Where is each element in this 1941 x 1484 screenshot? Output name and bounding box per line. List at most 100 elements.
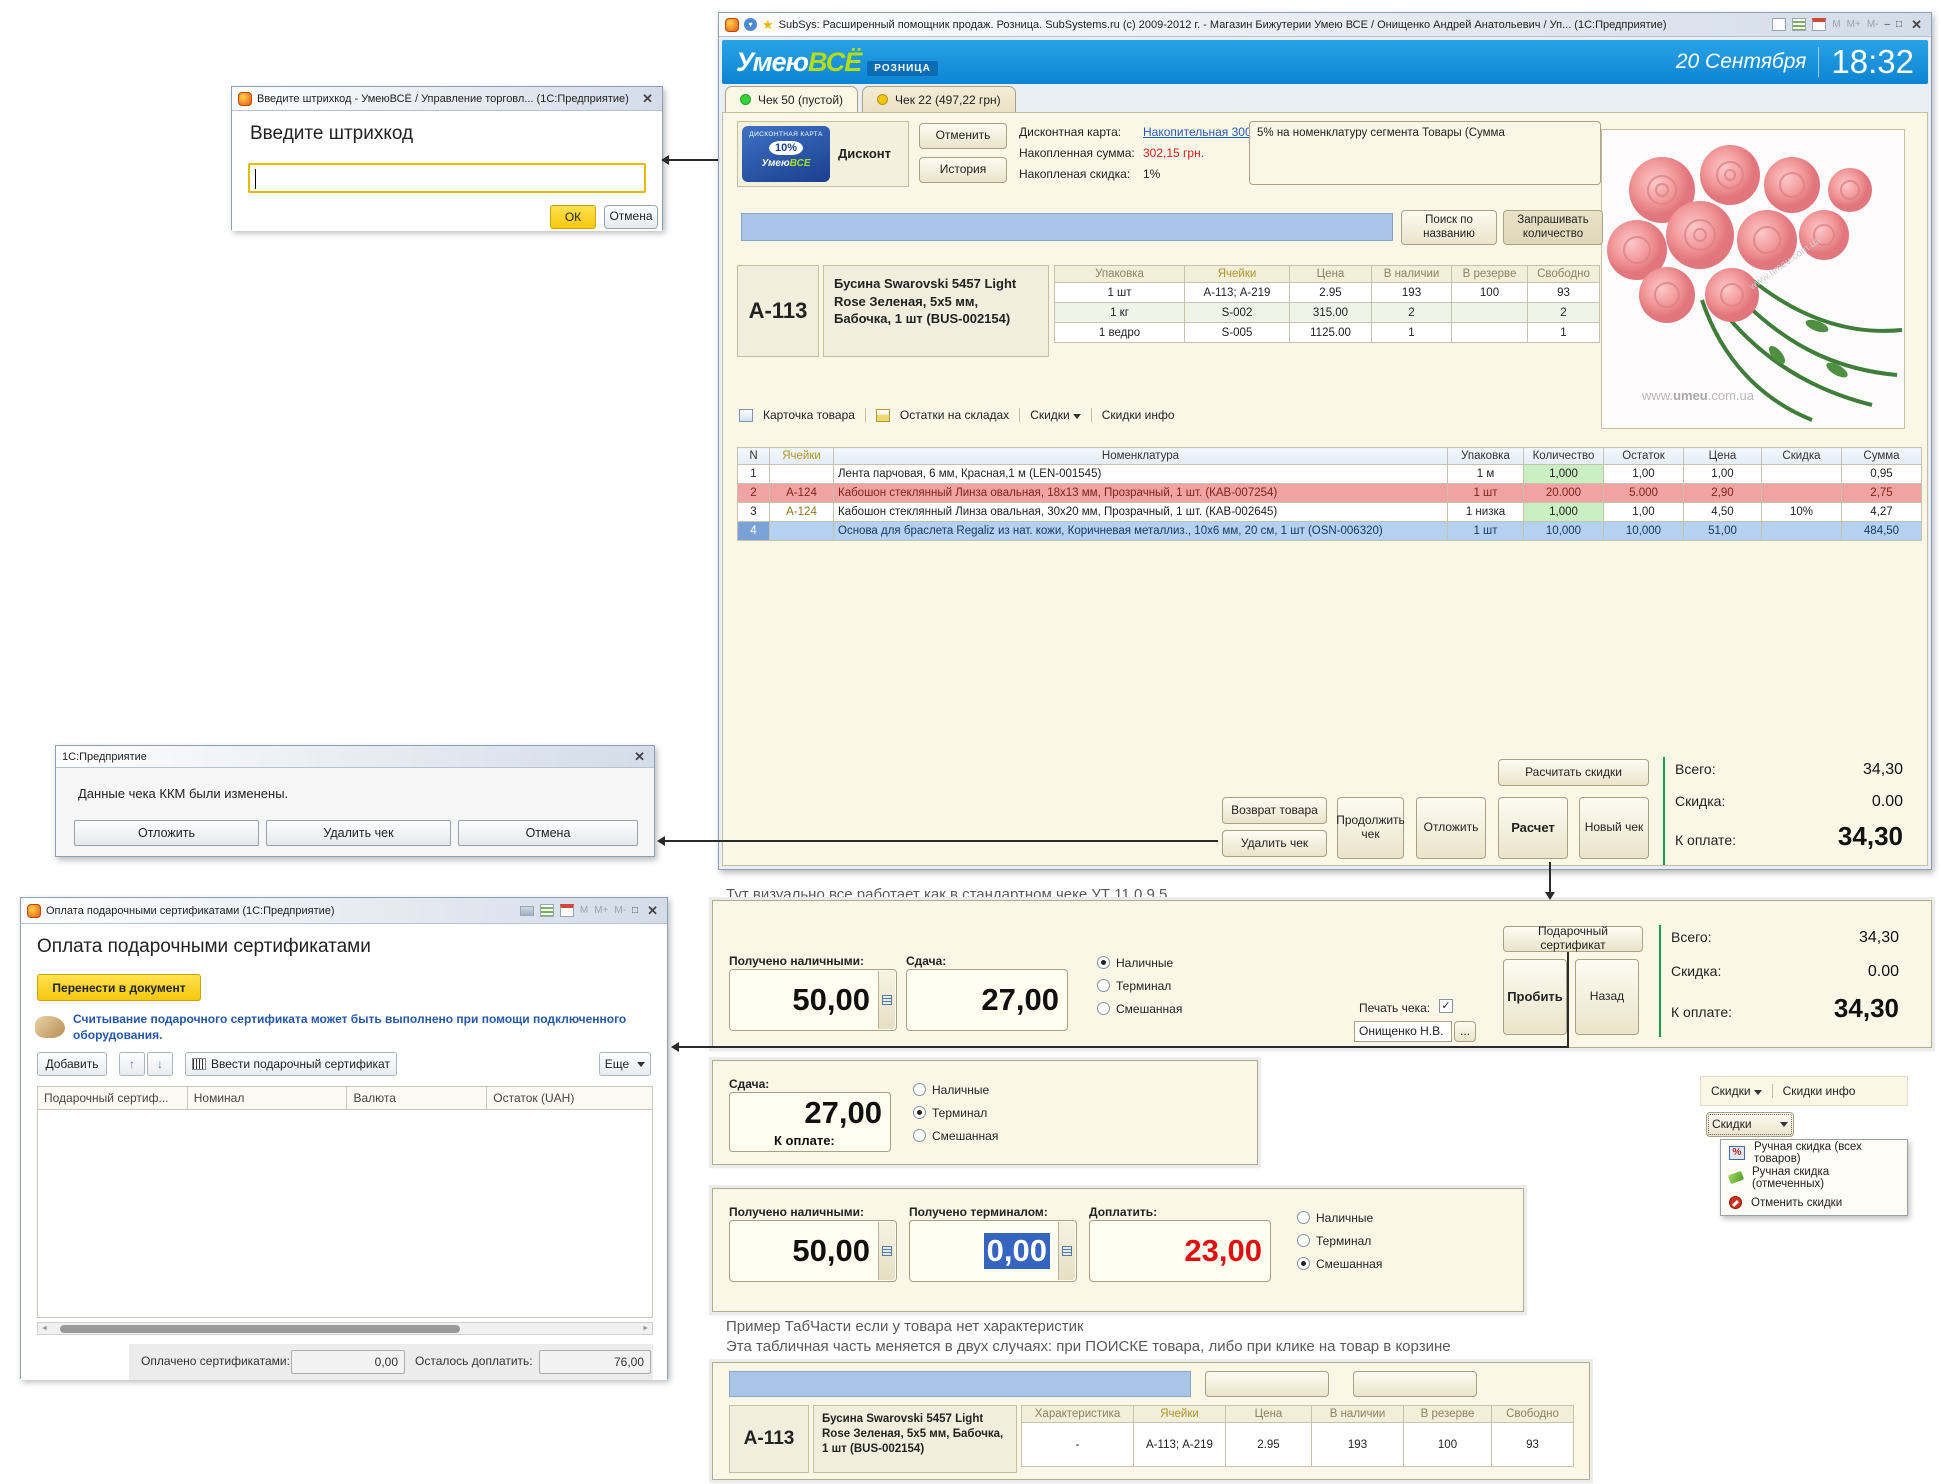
memory-icon[interactable]: M: [580, 905, 588, 916]
menu-item-Ручная скидка (отмеченных)[interactable]: Ручная скидка (отмеченных): [1721, 1165, 1907, 1190]
cart-row[interactable]: 1Лента парчовая, 6 мм, Красная,1 м (LEN-…: [738, 465, 1922, 484]
calendar-icon[interactable]: [1812, 18, 1826, 31]
memory-minus-icon[interactable]: M-: [1867, 19, 1879, 30]
ok-button[interactable]: ОК: [550, 205, 596, 229]
scroll-left-icon[interactable]: ◄: [41, 1325, 48, 1332]
discounts-dropdown-button[interactable]: Скидки: [1706, 1112, 1794, 1137]
cropped-button[interactable]: [1205, 1371, 1329, 1397]
punch-button[interactable]: Пробить: [1503, 959, 1567, 1035]
delete-check-button[interactable]: Удалить чек: [1222, 830, 1327, 857]
delete-check-button[interactable]: Удалить чек: [266, 820, 451, 846]
radio-Терминал[interactable]: Терминал: [1097, 977, 1182, 994]
change-field[interactable]: 27,00: [906, 969, 1068, 1031]
discount-card-box[interactable]: ДИСКОНТНАЯ КАРТА 10% УмеюВСЕ Дисконт: [737, 121, 909, 187]
barcode-input[interactable]: [248, 163, 646, 193]
move-up-button[interactable]: ↑: [119, 1052, 145, 1076]
stock-row[interactable]: 1 штА-113; А-2192.9519310093: [1055, 283, 1600, 303]
chevron-down-icon[interactable]: ▾: [744, 18, 757, 31]
radio-Наличные[interactable]: Наличные: [1097, 954, 1182, 971]
calculator-icon[interactable]: [540, 904, 554, 917]
gift-certificate-button[interactable]: Подарочный сертификат: [1503, 926, 1643, 952]
warehouse-rest-link[interactable]: Остатки на складах: [900, 408, 1009, 422]
minimize-icon[interactable]: –: [1884, 19, 1890, 30]
terminal-received-field[interactable]: 0,00: [909, 1220, 1077, 1282]
menu-item-Отменить скидки[interactable]: Отменить скидки: [1721, 1190, 1907, 1215]
calculator-strip[interactable]: [878, 971, 895, 1029]
print-check-checkbox[interactable]: ✓: [1439, 999, 1453, 1013]
maximize-icon[interactable]: □: [632, 905, 638, 916]
column-header: Цена: [1684, 448, 1762, 465]
discounts-menu-link[interactable]: Скидки: [1030, 408, 1081, 422]
calculator-strip[interactable]: [878, 1222, 895, 1280]
add-button[interactable]: Добавить: [37, 1052, 107, 1076]
cash-received-field[interactable]: 50,00: [729, 1220, 897, 1282]
cashier-select-button[interactable]: ...: [1454, 1021, 1476, 1042]
radio-Наличные[interactable]: Наличные: [1297, 1209, 1382, 1226]
close-icon[interactable]: ✕: [1908, 17, 1925, 33]
radio-Терминал[interactable]: Терминал: [913, 1104, 998, 1121]
tab-check-1[interactable]: Чек 50 (пустой): [725, 86, 858, 112]
return-goods-button[interactable]: Возврат товара: [1222, 797, 1327, 824]
move-down-button[interactable]: ↓: [147, 1052, 173, 1076]
new-check-button[interactable]: Новый чек: [1579, 797, 1649, 859]
more-button[interactable]: Еще: [599, 1052, 651, 1076]
back-button[interactable]: Назад: [1575, 959, 1639, 1035]
radio-icon: [1097, 1002, 1110, 1015]
cert-table-body[interactable]: [37, 1110, 653, 1318]
radio-Наличные[interactable]: Наличные: [913, 1081, 998, 1098]
memory-icon[interactable]: M: [1832, 19, 1840, 30]
print-icon[interactable]: [520, 906, 534, 916]
postpone-button[interactable]: Отложить: [1416, 797, 1486, 859]
radio-Смешанная[interactable]: Смешанная: [1097, 1000, 1182, 1017]
calendar-icon[interactable]: [560, 904, 574, 917]
star-icon[interactable]: ★: [762, 17, 774, 33]
discounts-menu-link[interactable]: Скидки: [1711, 1084, 1762, 1098]
calculator-icon[interactable]: [1792, 18, 1806, 31]
product-card-link[interactable]: Карточка товара: [763, 408, 855, 422]
close-icon[interactable]: ✕: [631, 749, 648, 765]
cart-row[interactable]: 3А-124Кабошон стеклянный Линза овальная,…: [738, 503, 1922, 522]
scrollbar-thumb[interactable]: [60, 1325, 460, 1333]
discounts-info-link[interactable]: Скидки инфо: [1102, 408, 1175, 422]
menu-item-Ручная скидка (всех товаров)[interactable]: %Ручная скидка (всех товаров): [1721, 1140, 1907, 1165]
transfer-to-doc-button[interactable]: Перенести в документ: [37, 974, 201, 1001]
continue-check-button[interactable]: Продолжить чек: [1337, 797, 1404, 859]
radio-Смешанная[interactable]: Смешанная: [1297, 1255, 1382, 1272]
search-input[interactable]: [741, 213, 1393, 241]
radio-Смешанная[interactable]: Смешанная: [913, 1127, 998, 1144]
discount-history-button[interactable]: История: [919, 157, 1007, 183]
cancel-button[interactable]: Отмена: [458, 820, 638, 846]
memory-minus-icon[interactable]: M-: [614, 905, 626, 916]
horizontal-scrollbar[interactable]: ◄ ►: [37, 1322, 653, 1335]
discounts-info-link[interactable]: Скидки инфо: [1783, 1084, 1856, 1098]
stock-row[interactable]: 1 кгS-002315.0022: [1055, 303, 1600, 323]
pay-more-field[interactable]: 23,00: [1089, 1220, 1271, 1282]
search-input[interactable]: [729, 1371, 1191, 1397]
cashier-field[interactable]: Онищенко Н.В.: [1354, 1021, 1452, 1042]
cart-row[interactable]: 2А-124Кабошон стеклянный Линза овальная,…: [738, 484, 1922, 503]
cancel-button[interactable]: Отмена: [604, 205, 658, 229]
search-by-name-button[interactable]: Поиск по названию: [1401, 210, 1497, 245]
close-icon[interactable]: ✕: [644, 903, 661, 919]
memory-plus-icon[interactable]: M+: [1847, 19, 1861, 30]
calc-discounts-button[interactable]: Расчитать скидки: [1498, 759, 1649, 786]
change-field[interactable]: 27,00 К оплате:: [729, 1092, 891, 1152]
maximize-icon[interactable]: □: [1896, 19, 1902, 30]
stock-row[interactable]: 1 ведроS-0051125.0011: [1055, 323, 1600, 343]
column-header: Свободно: [1492, 1406, 1574, 1423]
calculator-strip[interactable]: [1058, 1222, 1075, 1280]
discount-cancel-button[interactable]: Отменить: [919, 123, 1007, 149]
cropped-button[interactable]: [1353, 1371, 1477, 1397]
enter-gift-cert-button[interactable]: Ввести подарочный сертификат: [185, 1052, 397, 1076]
close-icon[interactable]: ✕: [639, 91, 656, 107]
memory-plus-icon[interactable]: M+: [594, 905, 608, 916]
tab-check-2[interactable]: Чек 22 (497,22 грн): [862, 86, 1016, 112]
cash-received-field[interactable]: 50,00: [729, 969, 897, 1031]
ask-quantity-button[interactable]: Запрашивать количество: [1503, 210, 1603, 245]
postpone-button[interactable]: Отложить: [74, 820, 259, 846]
scroll-right-icon[interactable]: ►: [642, 1325, 649, 1332]
grid-icon[interactable]: [1772, 18, 1786, 31]
cart-row[interactable]: 4Основа для браслета Regaliz из нат. кож…: [738, 522, 1922, 541]
calc-button[interactable]: Расчет: [1498, 797, 1568, 859]
radio-Терминал[interactable]: Терминал: [1297, 1232, 1382, 1249]
